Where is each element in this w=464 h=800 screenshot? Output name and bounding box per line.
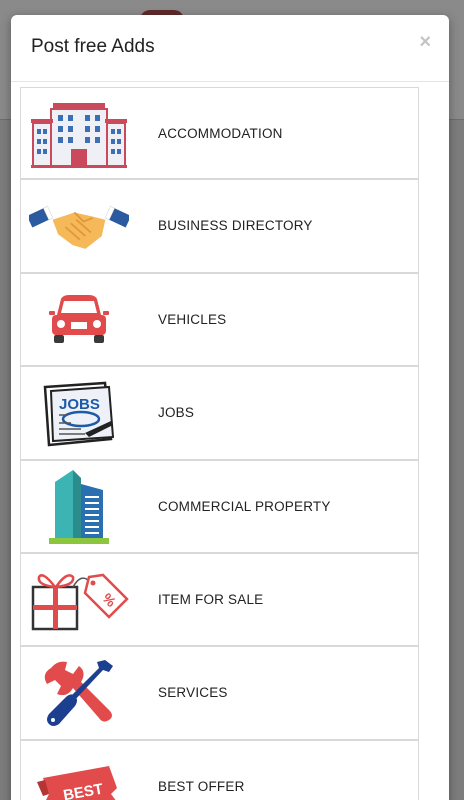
close-button[interactable]: ×: [419, 32, 431, 52]
jobs-icon-text: JOBS: [59, 396, 100, 413]
category-item-commercial-property[interactable]: COMMERCIAL PROPERTY: [20, 460, 419, 554]
jobs-newspaper-icon: JOBS: [29, 377, 129, 450]
car-icon: [29, 284, 129, 357]
category-item-jobs[interactable]: JOBS JOBS: [20, 367, 419, 461]
category-label: BEST OFFER: [158, 778, 245, 794]
skyscraper-icon: [29, 470, 129, 545]
category-label: VEHICLES: [158, 311, 227, 327]
modal-header: Post free Adds ×: [11, 15, 449, 82]
modal-title: Post free Adds: [31, 36, 155, 57]
category-label: ITEM FOR SALE: [158, 591, 264, 607]
category-item-vehicles[interactable]: VEHICLES: [20, 273, 419, 368]
category-label: JOBS: [158, 405, 195, 421]
category-list: ACCOMMODATION BUSINESS DIRECTORY VEHICLE…: [20, 87, 419, 800]
category-label: BUSINESS DIRECTORY: [158, 218, 313, 234]
best-ribbon-icon: BEST: [29, 751, 129, 800]
category-item-services[interactable]: SERVICES: [20, 647, 419, 741]
category-item-business-directory[interactable]: BUSINESS DIRECTORY: [20, 180, 419, 274]
category-item-accommodation[interactable]: ACCOMMODATION: [20, 87, 419, 181]
category-item-best-offer[interactable]: BEST BEST OFFER: [20, 740, 419, 800]
category-label: SERVICES: [158, 685, 228, 701]
tools-icon: [29, 657, 129, 730]
handshake-icon: [29, 190, 129, 263]
category-item-item-for-sale[interactable]: % ITEM FOR SALE: [20, 553, 419, 648]
category-label: ACCOMMODATION: [158, 126, 283, 141]
gift-tag-icon: %: [29, 564, 129, 637]
category-label: COMMERCIAL PROPERTY: [158, 498, 331, 514]
building-icon: [29, 98, 129, 171]
